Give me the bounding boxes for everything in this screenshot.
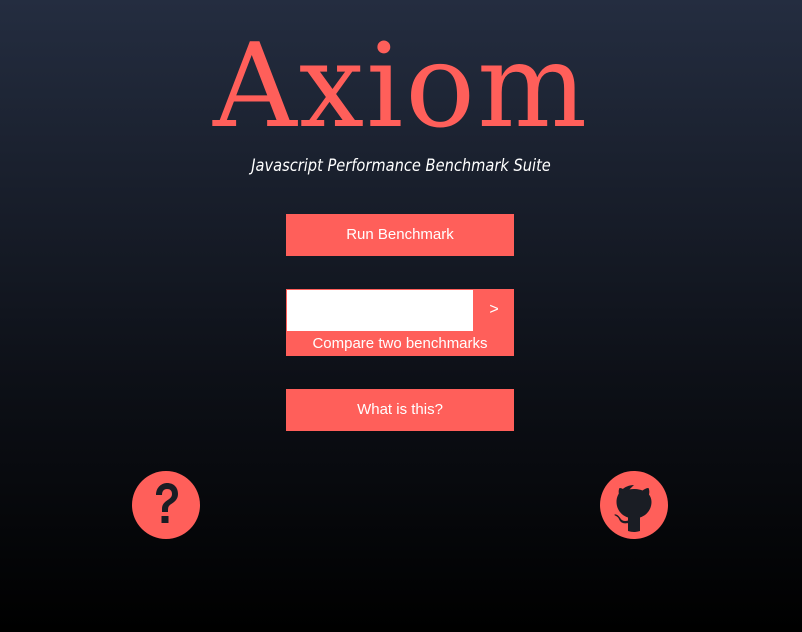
help-question-icon[interactable] — [132, 471, 200, 539]
github-icon[interactable] — [600, 471, 668, 539]
compare-benchmarks-panel: > Compare two benchmarks — [286, 289, 514, 356]
compare-submit-button[interactable]: > — [474, 289, 514, 331]
compare-label: Compare two benchmarks — [312, 335, 488, 352]
github-octocat-glyph — [614, 485, 652, 532]
run-benchmark-button[interactable]: Run Benchmark — [286, 214, 514, 256]
app-subtitle: Javascript Performance Benchmark Suite — [251, 156, 551, 176]
question-mark-glyph — [156, 483, 178, 523]
compare-input[interactable] — [287, 290, 473, 331]
what-is-this-button[interactable]: What is this? — [286, 389, 514, 431]
app-title: Axiom — [212, 19, 590, 154]
